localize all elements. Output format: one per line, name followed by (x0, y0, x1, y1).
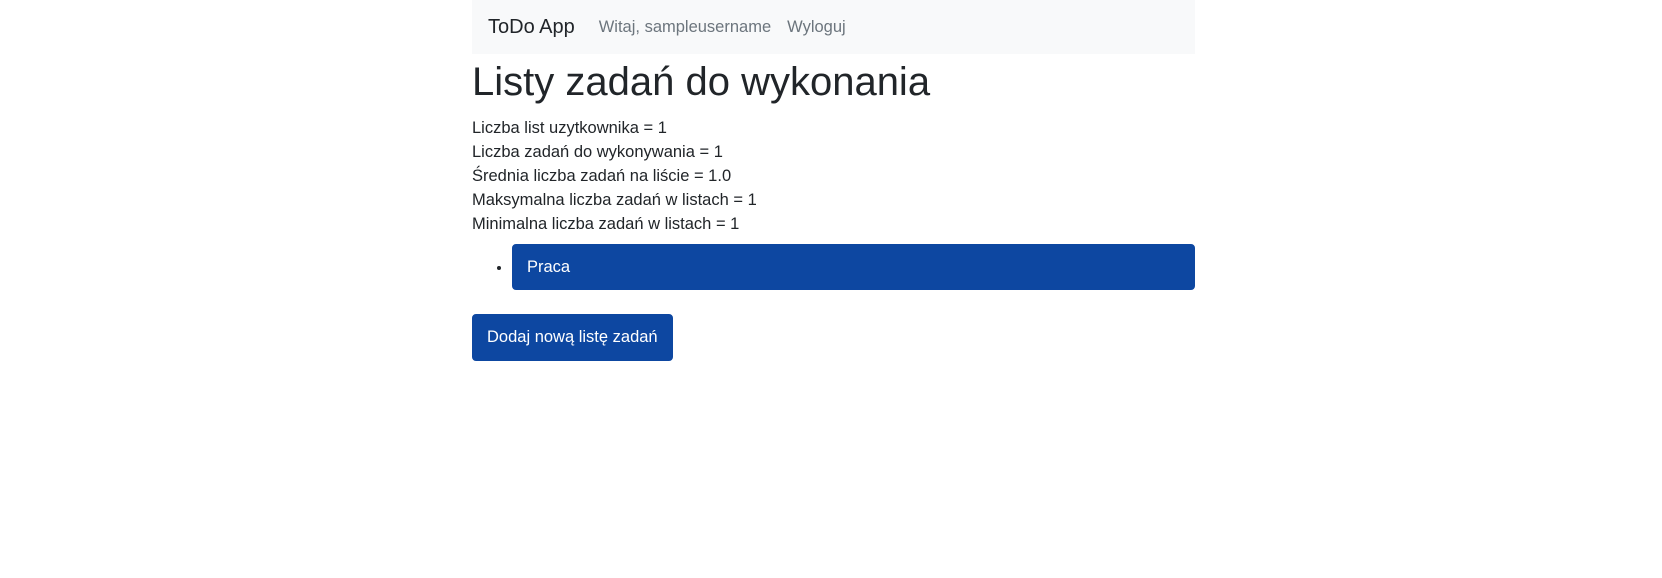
greeting-text: Witaj, sampleusername (598, 17, 772, 36)
navbar: ToDo App Witaj, sampleusername Wyloguj (472, 0, 1195, 54)
page-title: Listy zadań do wykonania (472, 60, 931, 104)
stat-lists-count: Liczba list uzytkownika = 1 (472, 119, 667, 137)
stat-max-tasks: Maksymalna liczba zadań w listach = 1 (472, 191, 757, 209)
page-container: ToDo App Witaj, sampleusername Wyloguj L… (472, 0, 1195, 361)
stat-min-tasks: Minimalna liczba zadań w listach = 1 (472, 215, 740, 233)
todo-lists: Praca (472, 244, 1195, 290)
list-button-praca[interactable]: Praca (512, 244, 1195, 290)
stat-average-tasks: Średnia liczba zadań na liście = 1.0 (472, 167, 732, 185)
stats-section: Liczba list uzytkownika = 1 Liczba zadań… (472, 116, 1195, 236)
list-item: Praca (512, 244, 1195, 290)
stat-tasks-count: Liczba zadań do wykonywania = 1 (472, 143, 723, 161)
add-list-button[interactable]: Dodaj nową listę zadań (472, 314, 673, 361)
brand-link[interactable]: ToDo App (488, 16, 575, 39)
logout-link[interactable]: Wyloguj (787, 18, 846, 37)
